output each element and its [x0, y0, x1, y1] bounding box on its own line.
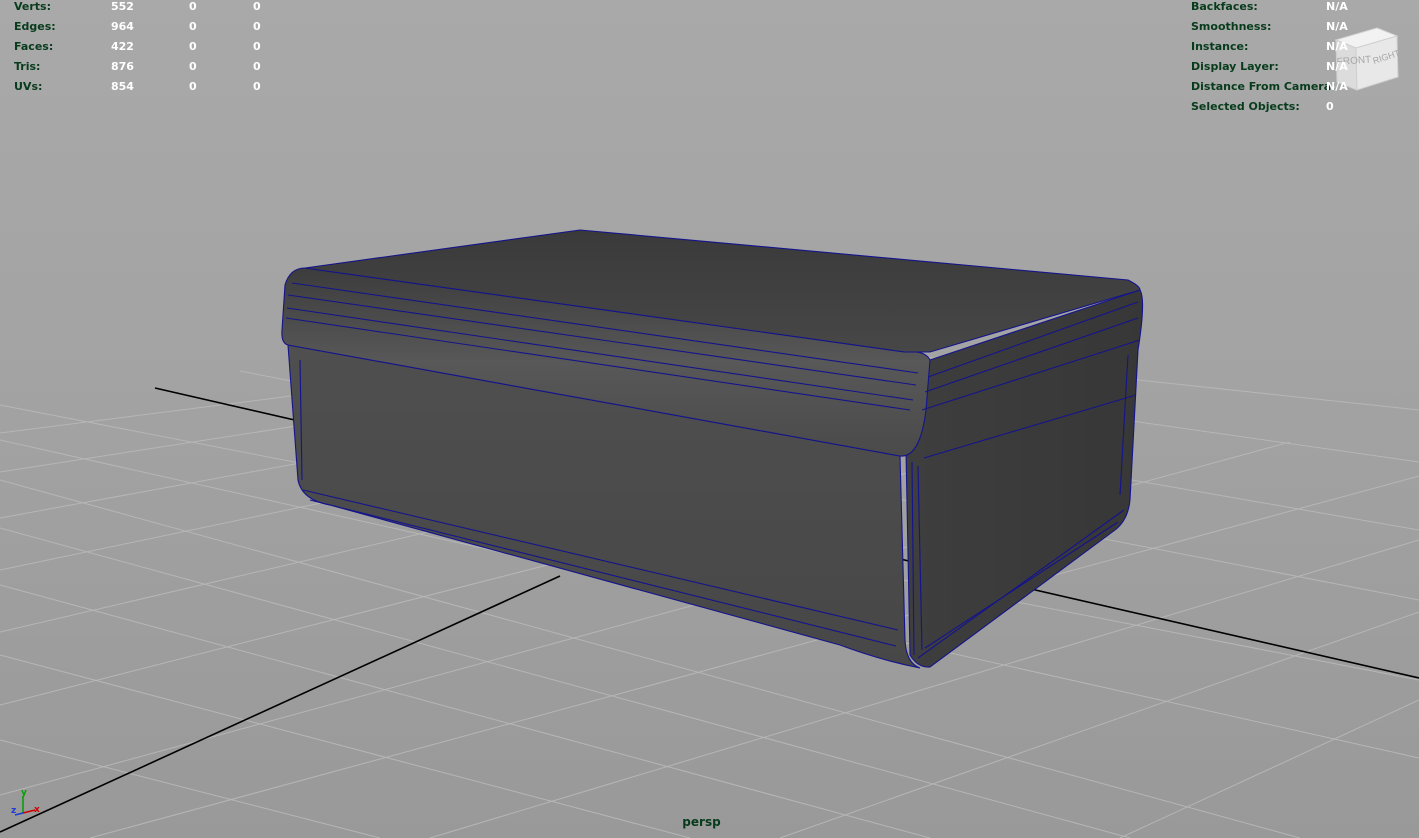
stat-selected: 0 [189, 40, 197, 53]
stat-total: 422 [111, 40, 134, 53]
stat-component: 0 [253, 60, 261, 73]
info-label: Selected Objects: [1191, 100, 1300, 113]
stat-selected: 0 [189, 20, 197, 33]
stat-component: 0 [253, 20, 261, 33]
stat-selected: 0 [189, 0, 197, 13]
info-value: 0 [1326, 100, 1334, 113]
stat-row-tris: Tris: 876 0 0 [14, 57, 314, 77]
stat-label: UVs: [14, 80, 43, 93]
stat-component: 0 [253, 40, 261, 53]
info-row-distance-from-camera: Distance From Camera: N/A [1191, 77, 1411, 97]
object-details-hud: Backfaces: N/A Smoothness: N/A Instance: N/A D… [1191, 0, 1411, 117]
info-row-display-layer: Display Layer: N/A [1191, 57, 1411, 77]
stat-selected: 0 [189, 80, 197, 93]
info-row-instance: Instance: N/A [1191, 37, 1411, 57]
info-value: N/A [1326, 60, 1348, 73]
stat-component: 0 [253, 0, 261, 13]
stat-total: 854 [111, 80, 134, 93]
stat-row-faces: Faces: 422 0 0 [14, 37, 314, 57]
stat-total: 552 [111, 0, 134, 13]
stat-row-edges: Edges: 964 0 0 [14, 17, 314, 37]
info-label: Instance: [1191, 40, 1249, 53]
info-label: Smoothness: [1191, 20, 1272, 33]
info-label: Backfaces: [1191, 0, 1258, 13]
axis-x-label: x [34, 805, 40, 815]
stat-label: Edges: [14, 20, 56, 33]
info-label: Display Layer: [1191, 60, 1279, 73]
stat-label: Faces: [14, 40, 54, 53]
axis-y-label: y [21, 788, 27, 798]
stat-selected: 0 [189, 60, 197, 73]
stat-row-uvs: UVs: 854 0 0 [14, 77, 314, 97]
stat-component: 0 [253, 80, 261, 93]
stat-total: 964 [111, 20, 134, 33]
stat-label: Tris: [14, 60, 41, 73]
perspective-viewport[interactable]: FRONT RIGHT y x z [0, 0, 1419, 838]
camera-name-label: persp [682, 815, 721, 829]
axis-triad: y x z [11, 788, 40, 816]
info-value: N/A [1326, 40, 1348, 53]
info-value: N/A [1326, 20, 1348, 33]
info-value: N/A [1326, 0, 1348, 13]
info-value: N/A [1326, 80, 1348, 93]
info-row-selected-objects: Selected Objects: 0 [1191, 97, 1411, 117]
box-mesh[interactable] [281, 229, 1144, 669]
stat-label: Verts: [14, 0, 52, 13]
stat-total: 876 [111, 60, 134, 73]
stat-row-verts: Verts: 552 0 0 [14, 0, 314, 17]
info-row-backfaces: Backfaces: N/A [1191, 0, 1411, 17]
info-label: Distance From Camera: [1191, 80, 1336, 93]
info-row-smoothness: Smoothness: N/A [1191, 17, 1411, 37]
poly-count-hud: Verts: 552 0 0 Edges: 964 0 0 Faces: 422 0 0 Tris: 87… [14, 0, 314, 97]
